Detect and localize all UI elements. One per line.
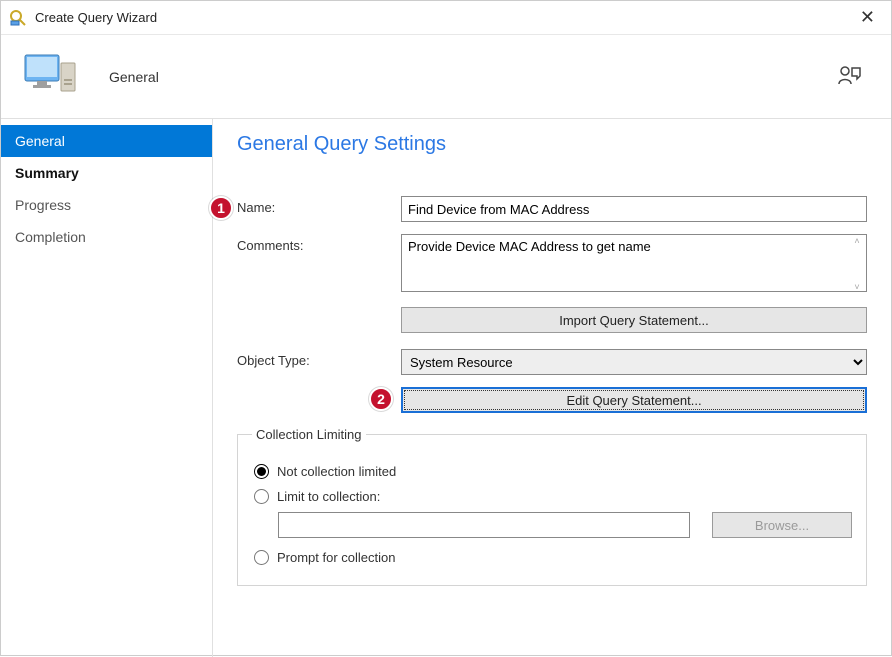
- section-title: General Query Settings: [237, 133, 867, 156]
- object-type-select[interactable]: System Resource: [401, 349, 867, 375]
- computer-icon: [23, 51, 79, 102]
- object-type-row: Object Type: System Resource: [237, 349, 867, 375]
- limit-to-subrow: Browse...: [278, 512, 852, 538]
- import-query-button[interactable]: Import Query Statement...: [401, 307, 867, 333]
- callout-1: 1: [209, 196, 233, 220]
- window-title: Create Query Wizard: [35, 10, 852, 25]
- collection-path-input[interactable]: [278, 512, 690, 538]
- sidebar-item-summary[interactable]: Summary: [1, 157, 212, 189]
- name-row: 1 Name:: [237, 196, 867, 222]
- name-label: Name:: [237, 196, 401, 215]
- sidebar-item-progress[interactable]: Progress: [1, 189, 212, 221]
- radio-limit-to-label: Limit to collection:: [277, 489, 380, 504]
- collection-limiting-group: Collection Limiting Not collection limit…: [237, 427, 867, 586]
- comments-row: Comments: ˄ ˅: [237, 234, 867, 295]
- collection-limiting-legend: Collection Limiting: [252, 427, 366, 442]
- radio-not-limited-input[interactable]: [254, 464, 269, 479]
- edit-query-button[interactable]: Edit Query Statement...: [401, 387, 867, 413]
- browse-button: Browse...: [712, 512, 852, 538]
- user-help-icon[interactable]: [837, 64, 863, 89]
- edit-row: 2 Edit Query Statement...: [237, 387, 867, 413]
- object-type-label: Object Type:: [237, 349, 401, 368]
- radio-not-limited[interactable]: Not collection limited: [254, 464, 852, 479]
- scroll-down-icon[interactable]: ˅: [850, 283, 864, 292]
- radio-prompt-label: Prompt for collection: [277, 550, 396, 565]
- wizard-sidebar: General Summary Progress Completion: [1, 119, 213, 657]
- comments-label: Comments:: [237, 234, 401, 253]
- close-icon[interactable]: ✕: [852, 7, 883, 28]
- name-input[interactable]: [401, 196, 867, 222]
- sidebar-item-completion[interactable]: Completion: [1, 221, 212, 253]
- callout-2: 2: [369, 387, 393, 411]
- scroll-up-icon[interactable]: ˄: [850, 237, 864, 246]
- radio-not-limited-label: Not collection limited: [277, 464, 396, 479]
- radio-prompt[interactable]: Prompt for collection: [254, 550, 852, 565]
- radio-limit-to[interactable]: Limit to collection:: [254, 489, 852, 504]
- sidebar-item-general[interactable]: General: [1, 125, 212, 157]
- radio-limit-to-input[interactable]: [254, 489, 269, 504]
- textarea-scrollbar[interactable]: ˄ ˅: [850, 237, 864, 292]
- main-panel: General Query Settings 1 Name: Comments:…: [213, 119, 891, 657]
- search-wizard-icon: [9, 9, 27, 27]
- titlebar: Create Query Wizard ✕: [1, 1, 891, 35]
- comments-input[interactable]: [401, 234, 867, 292]
- import-row: Import Query Statement...: [237, 307, 867, 333]
- content-area: General Summary Progress Completion Gene…: [1, 119, 891, 657]
- page-title: General: [109, 69, 837, 85]
- wizard-header: General: [1, 35, 891, 119]
- radio-prompt-input[interactable]: [254, 550, 269, 565]
